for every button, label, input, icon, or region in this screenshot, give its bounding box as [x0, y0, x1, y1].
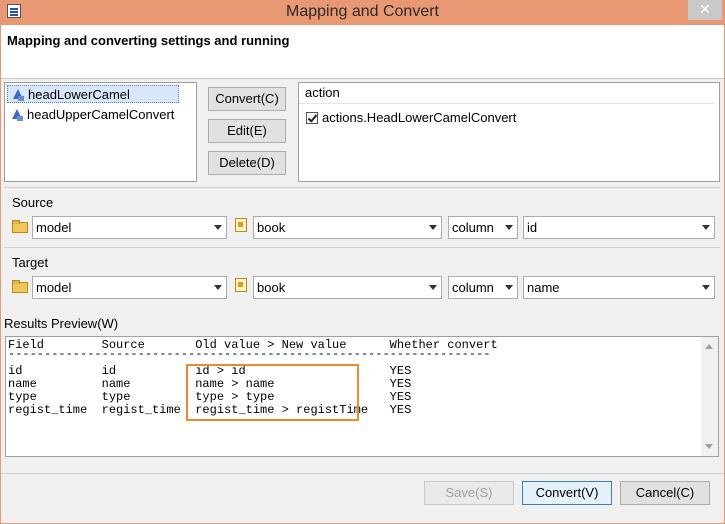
header-banner: Mapping and converting settings and runn… — [1, 25, 724, 79]
chevron-down-icon — [429, 285, 437, 290]
results-divider: ----------------------------------------… — [8, 347, 491, 361]
title-bar[interactable]: Mapping and Convert ✕ — [0, 0, 725, 25]
edit-mapping-button[interactable]: Edit(E) — [208, 119, 286, 143]
source-table-value: book — [257, 220, 286, 235]
mapping-item-label: headLowerCamel — [28, 87, 130, 102]
footer-divider — [1, 473, 724, 474]
results-scrollbar[interactable] — [701, 337, 718, 456]
chevron-down-icon — [702, 225, 710, 230]
folder-icon — [12, 280, 28, 293]
cancel-button[interactable]: Cancel(C) — [620, 481, 710, 505]
action-checkbox[interactable] — [306, 112, 318, 124]
target-label: Target — [12, 255, 49, 270]
divider — [4, 247, 720, 248]
target-column-select[interactable]: name — [523, 276, 715, 299]
save-button[interactable]: Save(S) — [424, 481, 514, 505]
source-model-select[interactable]: model — [32, 216, 227, 239]
highlight-box — [186, 364, 359, 421]
source-kind-value: column — [452, 220, 494, 235]
action-list[interactable]: action actions.HeadLowerCamelConvert — [298, 82, 720, 182]
scroll-down-icon[interactable] — [705, 444, 713, 449]
action-item-label: actions.HeadLowerCamelConvert — [322, 110, 517, 125]
chevron-down-icon — [214, 285, 222, 290]
dialog-body: Mapping and converting settings and runn… — [1, 25, 724, 523]
convert-button[interactable]: Convert(V) — [522, 481, 612, 505]
delete-mapping-button[interactable]: Delete(D) — [208, 151, 286, 175]
source-label: Source — [12, 195, 54, 210]
scroll-up-icon[interactable] — [705, 344, 713, 349]
divider — [4, 187, 720, 188]
chevron-down-icon — [505, 225, 513, 230]
mapping-item-headlowercamel[interactable]: headLowerCamel — [7, 85, 179, 103]
banner-title: Mapping and converting settings and runn… — [7, 33, 290, 48]
folder-icon — [12, 220, 28, 233]
target-kind-value: column — [452, 280, 494, 295]
source-column-value: id — [527, 220, 538, 235]
target-model-value: model — [36, 280, 72, 295]
mapping-item-label: headUpperCamelConvert — [27, 107, 175, 122]
source-model-value: model — [36, 220, 72, 235]
mapping-list[interactable]: headLowerCamel headUpperCamelConvert — [4, 82, 197, 182]
target-table-value: book — [257, 280, 286, 295]
chevron-down-icon — [429, 225, 437, 230]
chevron-down-icon — [702, 285, 710, 290]
action-column-header: action — [299, 83, 714, 104]
source-kind-select[interactable]: column — [448, 216, 518, 239]
table-icon — [235, 278, 247, 292]
results-preview-area[interactable]: Field Source Old value > New value Wheth… — [5, 336, 719, 457]
source-table-select[interactable]: book — [253, 216, 442, 239]
target-table-select[interactable]: book — [253, 276, 442, 299]
results-preview-label: Results Preview(W) — [4, 316, 119, 331]
mapping-icon — [11, 109, 23, 121]
chevron-down-icon — [505, 285, 513, 290]
mapping-item-headuppercamelconvert[interactable]: headUpperCamelConvert — [7, 106, 192, 124]
window-title: Mapping and Convert — [286, 3, 439, 20]
convert-mapping-button[interactable]: Convert(C) — [208, 87, 286, 111]
table-icon — [235, 218, 247, 232]
close-button[interactable]: ✕ — [688, 0, 722, 20]
mapping-icon — [12, 89, 24, 101]
target-column-value: name — [527, 280, 560, 295]
target-model-select[interactable]: model — [32, 276, 227, 299]
target-kind-select[interactable]: column — [448, 276, 518, 299]
source-column-select[interactable]: id — [523, 216, 715, 239]
dialog-window: Mapping and Convert ✕ Mapping and conver… — [0, 0, 725, 524]
chevron-down-icon — [214, 225, 222, 230]
